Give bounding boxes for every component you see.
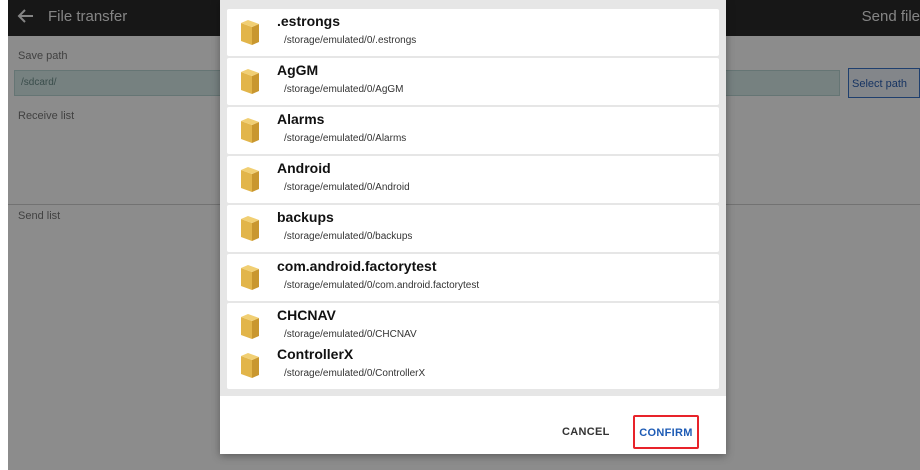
folder-name: Alarms (277, 111, 325, 127)
folder-path: /storage/emulated/0/Android (284, 182, 410, 193)
folder-path: /storage/emulated/0/backups (284, 231, 413, 242)
dialog-footer: CANCEL CONFIRM (220, 396, 726, 454)
folder-icon (241, 353, 259, 378)
folder-item[interactable]: Android /storage/emulated/0/Android (227, 156, 719, 203)
folder-item[interactable]: .estrongs /storage/emulated/0/.estrongs (227, 9, 719, 56)
folder-icon (241, 167, 259, 192)
folder-name: Android (277, 160, 331, 176)
folder-item[interactable]: AgGM /storage/emulated/0/AgGM (227, 58, 719, 105)
folder-item[interactable]: com.android.factorytest /storage/emulate… (227, 254, 719, 301)
folder-name: ControllerX (277, 346, 354, 362)
folder-name: com.android.factorytest (277, 258, 437, 274)
screen: File transfer Send file Save path /sdcar… (8, 0, 920, 470)
folder-icon (241, 118, 259, 143)
folder-picker-dialog: .estrongs /storage/emulated/0/.estrongs … (220, 0, 726, 454)
folder-icon (241, 20, 259, 45)
folder-icon (241, 216, 259, 241)
folder-name: backups (277, 209, 334, 225)
folder-path: /storage/emulated/0/AgGM (284, 84, 404, 95)
folder-item[interactable]: backups /storage/emulated/0/backups (227, 205, 719, 252)
folder-item[interactable]: Alarms /storage/emulated/0/Alarms (227, 107, 719, 154)
folder-name: CHCNAV (277, 307, 336, 323)
folder-path: /storage/emulated/0/com.android.factoryt… (284, 280, 480, 291)
folder-icon (241, 265, 259, 290)
confirm-button[interactable]: CONFIRM (633, 415, 699, 449)
folder-name: AgGM (277, 62, 319, 78)
folder-path: /storage/emulated/0/.estrongs (284, 35, 417, 46)
folder-path: /storage/emulated/0/ControllerX (284, 368, 426, 379)
cancel-button[interactable]: CANCEL (562, 426, 610, 438)
folder-path: /storage/emulated/0/CHCNAV (284, 329, 417, 340)
folder-list[interactable]: .estrongs /storage/emulated/0/.estrongs … (220, 0, 726, 396)
folder-name: .estrongs (277, 13, 341, 29)
folder-icon (241, 69, 259, 94)
folder-icon (241, 314, 259, 339)
folder-item[interactable]: ControllerX /storage/emulated/0/Controll… (227, 342, 719, 389)
folder-path: /storage/emulated/0/Alarms (284, 133, 407, 144)
